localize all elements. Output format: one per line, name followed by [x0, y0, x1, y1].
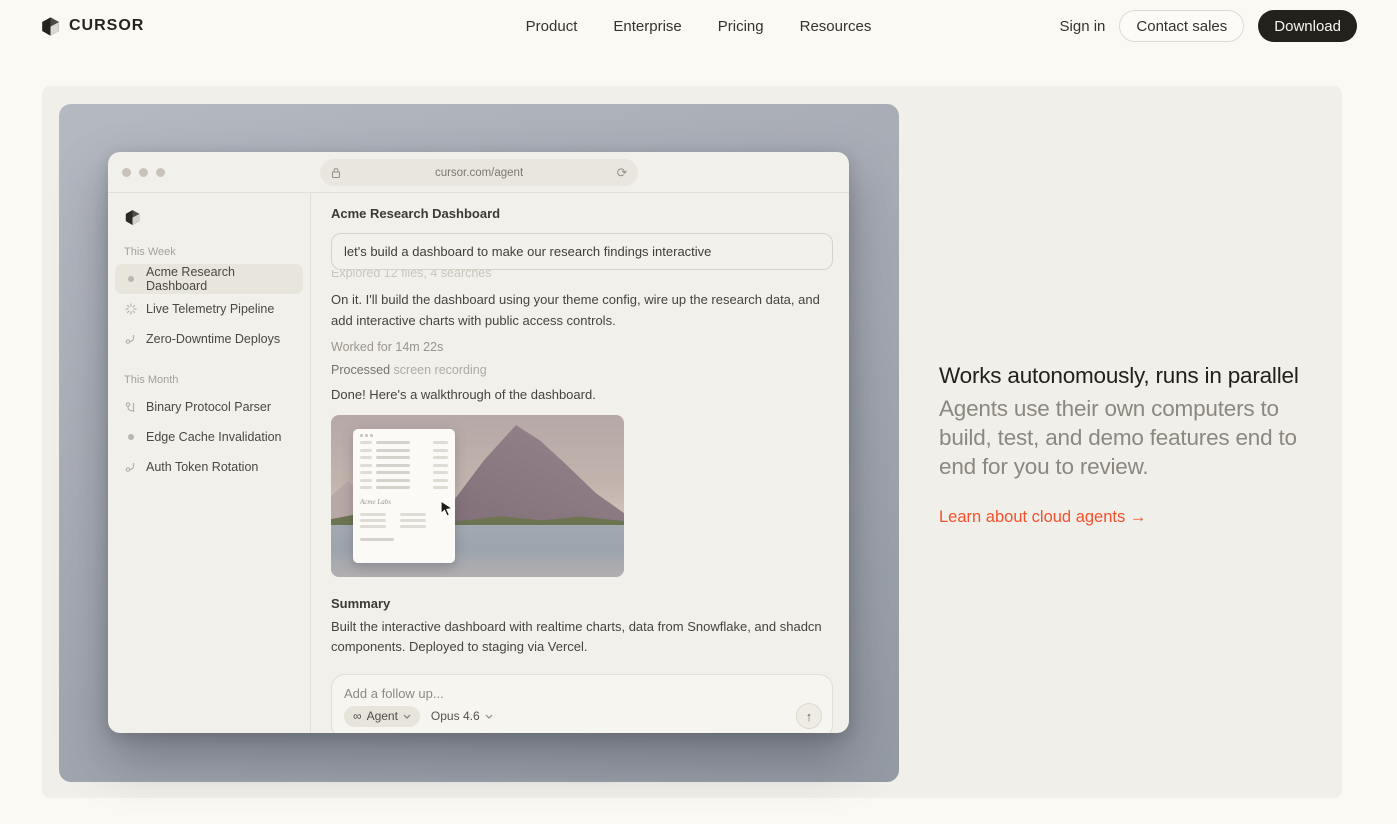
url-text: cursor.com/agent	[342, 167, 617, 179]
refresh-icon[interactable]: ⟳	[617, 166, 628, 179]
done-message: Done! Here's a walkthrough of the dashbo…	[331, 387, 833, 402]
mini-window-columns	[360, 510, 448, 531]
arrow-up-icon: ↑	[806, 709, 813, 724]
sidebar-item-live-telemetry-pipeline[interactable]: Live Telemetry Pipeline	[115, 294, 303, 324]
nav-link-product[interactable]: Product	[526, 18, 578, 35]
mini-window-caption: Acme Labs	[360, 498, 448, 506]
url-bar[interactable]: cursor.com/agent ⟳	[320, 159, 638, 186]
summary-body: Built the interactive dashboard with rea…	[331, 617, 833, 657]
nav-links: Product Enterprise Pricing Resources	[526, 18, 872, 35]
brand-wordmark: CURSOR	[69, 17, 144, 35]
nav-link-resources[interactable]: Resources	[800, 18, 872, 35]
agent-mode-dropdown[interactable]: ∞ Agent	[344, 706, 420, 727]
branch-icon	[124, 461, 137, 474]
sidebar-item-auth-token-rotation[interactable]: Auth Token Rotation	[115, 452, 303, 482]
download-button[interactable]: Download	[1258, 10, 1357, 42]
sidebar-item-edge-cache-invalidation[interactable]: Edge Cache Invalidation	[115, 422, 303, 452]
sidebar-item-label: Acme Research Dashboard	[146, 265, 294, 293]
sidebar-item-zero-downtime-deploys[interactable]: Zero-Downtime Deploys	[115, 324, 303, 354]
merge-icon	[124, 401, 137, 414]
feature-body: Agents use their own computers to build,…	[939, 394, 1324, 481]
sidebar-item-binary-protocol-parser[interactable]: Binary Protocol Parser	[115, 392, 303, 422]
browser-titlebar: cursor.com/agent ⟳	[108, 152, 849, 193]
nav-link-pricing[interactable]: Pricing	[718, 18, 764, 35]
processed-value[interactable]: screen recording	[394, 363, 487, 377]
processed-status: Processed screen recording	[331, 363, 833, 377]
user-prompt-text: let's build a dashboard to make our rese…	[344, 244, 711, 259]
sidebar-item-label: Zero-Downtime Deploys	[146, 332, 280, 346]
chat-title: Acme Research Dashboard	[331, 206, 833, 221]
pointer-cursor-icon	[439, 500, 454, 517]
close-window-icon[interactable]	[122, 168, 131, 177]
model-dropdown[interactable]: Opus 4.6	[431, 709, 493, 723]
minimize-window-icon[interactable]	[139, 168, 148, 177]
explored-status: Explored 12 files, 4 searches	[331, 270, 833, 280]
user-prompt[interactable]: let's build a dashboard to make our rese…	[331, 233, 833, 270]
sidebar-section-title: This Month	[124, 374, 303, 386]
zoom-window-icon[interactable]	[156, 168, 165, 177]
sidebar-item-label: Binary Protocol Parser	[146, 400, 271, 414]
sidebar-section-title: This Week	[124, 246, 303, 258]
contact-sales-button[interactable]: Contact sales	[1119, 10, 1244, 42]
nav-link-enterprise[interactable]: Enterprise	[613, 18, 681, 35]
dot-icon	[124, 431, 137, 444]
followup-composer[interactable]: Add a follow up... ∞ Agent Opus 4.6	[331, 674, 833, 733]
dashboard-window-preview: Acme Labs	[353, 429, 455, 563]
walkthrough-screenshot[interactable]: Acme Labs	[331, 415, 624, 577]
sidebar-item-label: Live Telemetry Pipeline	[146, 302, 274, 316]
learn-about-cloud-agents-link[interactable]: Learn about cloud agents →	[939, 508, 1324, 527]
browser-mockup: cursor.com/agent ⟳ This Week Acme Resea	[108, 152, 849, 733]
infinity-icon: ∞	[353, 709, 362, 723]
processed-label: Processed	[331, 363, 390, 377]
feature-copy: Works autonomously, runs in parallel Age…	[939, 363, 1324, 527]
spinner-icon	[124, 303, 137, 316]
sidebar-item-acme-research-dashboard[interactable]: Acme Research Dashboard	[115, 264, 303, 294]
model-label: Opus 4.6	[431, 709, 480, 723]
send-button[interactable]: ↑	[796, 703, 822, 729]
summary-title: Summary	[331, 596, 833, 611]
browser-body: This Week Acme Research Dashboard	[108, 193, 849, 733]
chevron-down-icon	[403, 714, 411, 719]
cursor-logo[interactable]: CURSOR	[40, 16, 144, 37]
sidebar-item-label: Edge Cache Invalidation	[146, 430, 282, 444]
followup-placeholder: Add a follow up...	[344, 686, 820, 701]
hero-card: cursor.com/agent ⟳ This Week Acme Resea	[42, 86, 1342, 798]
branch-icon	[124, 333, 137, 346]
sign-in-link[interactable]: Sign in	[1060, 18, 1106, 35]
nav-actions: Sign in Contact sales Download	[1060, 10, 1357, 42]
chevron-down-icon	[485, 714, 493, 719]
mini-traffic-lights	[360, 434, 448, 437]
dot-icon	[124, 273, 137, 286]
chat-panel: Acme Research Dashboard let's build a da…	[311, 193, 849, 733]
demo-panel: cursor.com/agent ⟳ This Week Acme Resea	[59, 104, 899, 782]
top-navigation: CURSOR Product Enterprise Pricing Resour…	[0, 0, 1397, 52]
feature-heading: Works autonomously, runs in parallel	[939, 363, 1324, 389]
traffic-lights	[122, 168, 165, 177]
worked-status: Worked for 14m 22s	[331, 340, 833, 354]
explored-status-clip: Explored 12 files, 4 searches	[331, 270, 833, 281]
cursor-cube-icon	[40, 16, 61, 37]
lock-icon	[330, 167, 342, 179]
composer-controls: ∞ Agent Opus 4.6	[344, 703, 822, 729]
cursor-cube-icon	[124, 209, 141, 226]
sidebar-item-label: Auth Token Rotation	[146, 460, 258, 474]
agent-mode-label: Agent	[367, 709, 398, 723]
agent-response: On it. I'll build the dashboard using yo…	[331, 290, 833, 331]
agent-sidebar: This Week Acme Research Dashboard	[108, 193, 311, 733]
